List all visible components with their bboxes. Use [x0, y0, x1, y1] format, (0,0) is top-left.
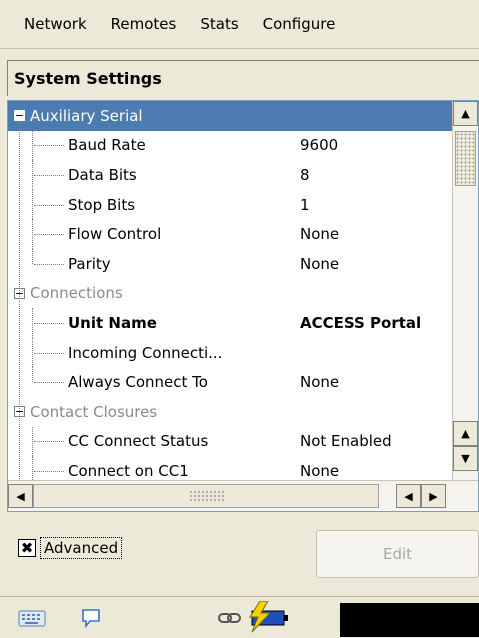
scroll-left-button[interactable]: ◀: [8, 484, 33, 508]
tree-setting-row[interactable]: Incoming Connecti...: [8, 338, 453, 368]
tree-rows: − Auxiliary Serial Baud Rate 9600 Data Bits 8…: [8, 101, 453, 507]
scroll-left-button-2[interactable]: ◀: [396, 484, 421, 508]
tree-connector: [34, 352, 64, 354]
setting-label: CC Connect Status: [68, 432, 209, 451]
setting-value: 8: [300, 165, 310, 184]
arrow-right-icon: ▶: [429, 489, 438, 503]
vertical-scrollbar[interactable]: ▲ ▲ ▼: [452, 101, 478, 481]
setting-label: Unit Name: [68, 313, 157, 332]
tree-connector: [34, 263, 64, 265]
tree-connector: [34, 145, 64, 147]
tree-setting-row[interactable]: CC Connect Status Not Enabled: [8, 427, 453, 457]
scroll-down-button[interactable]: ▼: [453, 446, 478, 471]
category-label: Contact Closures: [30, 402, 158, 421]
menu-remotes[interactable]: Remotes: [99, 15, 189, 33]
check-mark-icon: ✖: [20, 538, 34, 557]
category-label: Auxiliary Serial: [30, 106, 143, 125]
setting-value: 1: [300, 195, 310, 214]
tree-connector: [34, 234, 64, 236]
edit-button[interactable]: Edit: [316, 530, 479, 578]
setting-label: Stop Bits: [68, 195, 136, 214]
advanced-label[interactable]: Advanced: [40, 537, 123, 559]
tree-guide-line: [32, 160, 33, 190]
tree-connector: [34, 204, 64, 206]
advanced-toggle[interactable]: ✖ Advanced: [18, 537, 123, 559]
menu-stats[interactable]: Stats: [188, 15, 250, 33]
setting-value: None: [300, 373, 340, 392]
battery-charging-icon: [249, 601, 288, 633]
tree-category[interactable]: − Contact Closures: [8, 397, 453, 427]
status-display: [340, 603, 479, 637]
tree-connector: [34, 322, 64, 324]
speech-bubble-icon[interactable]: [80, 607, 102, 629]
grip-icon: [189, 490, 225, 502]
arrow-left-icon: ◀: [16, 489, 25, 503]
tree-guide-line: [32, 219, 33, 249]
tree-setting-row[interactable]: Always Connect To None: [8, 367, 453, 397]
menu-network[interactable]: Network: [0, 15, 99, 33]
tree-setting-row[interactable]: Parity None: [8, 249, 453, 279]
tree-setting-row[interactable]: Unit Name ACCESS Portal: [8, 308, 453, 338]
scroll-up-button[interactable]: ▲: [453, 101, 478, 126]
tree-setting-row[interactable]: Flow Control None: [8, 219, 453, 249]
arrow-up-icon: ▲: [461, 107, 470, 120]
setting-value: None: [300, 225, 340, 244]
tree-guide-line: [32, 249, 33, 264]
tree-guide-line: [32, 426, 33, 457]
setting-label: Data Bits: [68, 165, 137, 184]
tree-connector: [34, 174, 64, 176]
tree-guide-line: [32, 337, 33, 368]
setting-value: None: [300, 254, 340, 273]
tree-guide-line: [32, 130, 33, 161]
setting-value: 9600: [300, 136, 339, 155]
setting-label: Incoming Connecti...: [68, 343, 223, 362]
tree-connector: [34, 470, 64, 472]
tree-setting-row[interactable]: Stop Bits 1: [8, 190, 453, 220]
tree-guide-line: [32, 308, 33, 338]
menu-configure[interactable]: Configure: [251, 15, 348, 33]
setting-value: Not Enabled: [300, 432, 392, 451]
tree-setting-row[interactable]: Baud Rate 9600: [8, 131, 453, 161]
setting-label: Baud Rate: [68, 136, 146, 155]
advanced-checkbox[interactable]: ✖: [18, 539, 36, 557]
scroll-thumb[interactable]: [455, 131, 476, 186]
scroll-up-button-2[interactable]: ▲: [453, 421, 478, 446]
horizontal-scroll-thumb[interactable]: [33, 484, 379, 508]
settings-tree[interactable]: − Auxiliary Serial Baud Rate 9600 Data Bits 8…: [7, 100, 479, 512]
tree-setting-row[interactable]: Data Bits 8: [8, 160, 453, 190]
tree-guide-line: [32, 367, 33, 383]
tree-connector: [34, 441, 64, 443]
setting-label: Always Connect To: [68, 373, 208, 392]
arrow-down-icon: ▼: [461, 452, 470, 465]
tree-connector: [34, 382, 64, 384]
menu-bar: Network Remotes Stats Configure: [0, 0, 479, 49]
horizontal-scrollbar[interactable]: ◀ ◀ ▶: [8, 480, 478, 511]
link-icon: [218, 613, 241, 623]
setting-value: ACCESS Portal: [300, 313, 422, 332]
arrow-left-icon: ◀: [404, 489, 413, 503]
scroll-right-button[interactable]: ▶: [421, 484, 446, 508]
setting-label: Parity: [68, 254, 111, 273]
arrow-up-icon: ▲: [461, 427, 470, 440]
tree-category[interactable]: − Connections: [8, 279, 453, 309]
panel-title: System Settings: [7, 60, 479, 96]
keyboard-icon[interactable]: [18, 607, 46, 629]
tree-category[interactable]: − Auxiliary Serial: [8, 101, 453, 131]
tree-root-guide: [19, 121, 20, 507]
setting-label: Flow Control: [68, 225, 162, 244]
setting-label: Connect on CC1: [68, 461, 189, 480]
tree-guide-line: [32, 189, 33, 220]
setting-value: None: [300, 461, 340, 480]
collapse-icon[interactable]: −: [14, 110, 25, 122]
category-label: Connections: [30, 284, 123, 303]
